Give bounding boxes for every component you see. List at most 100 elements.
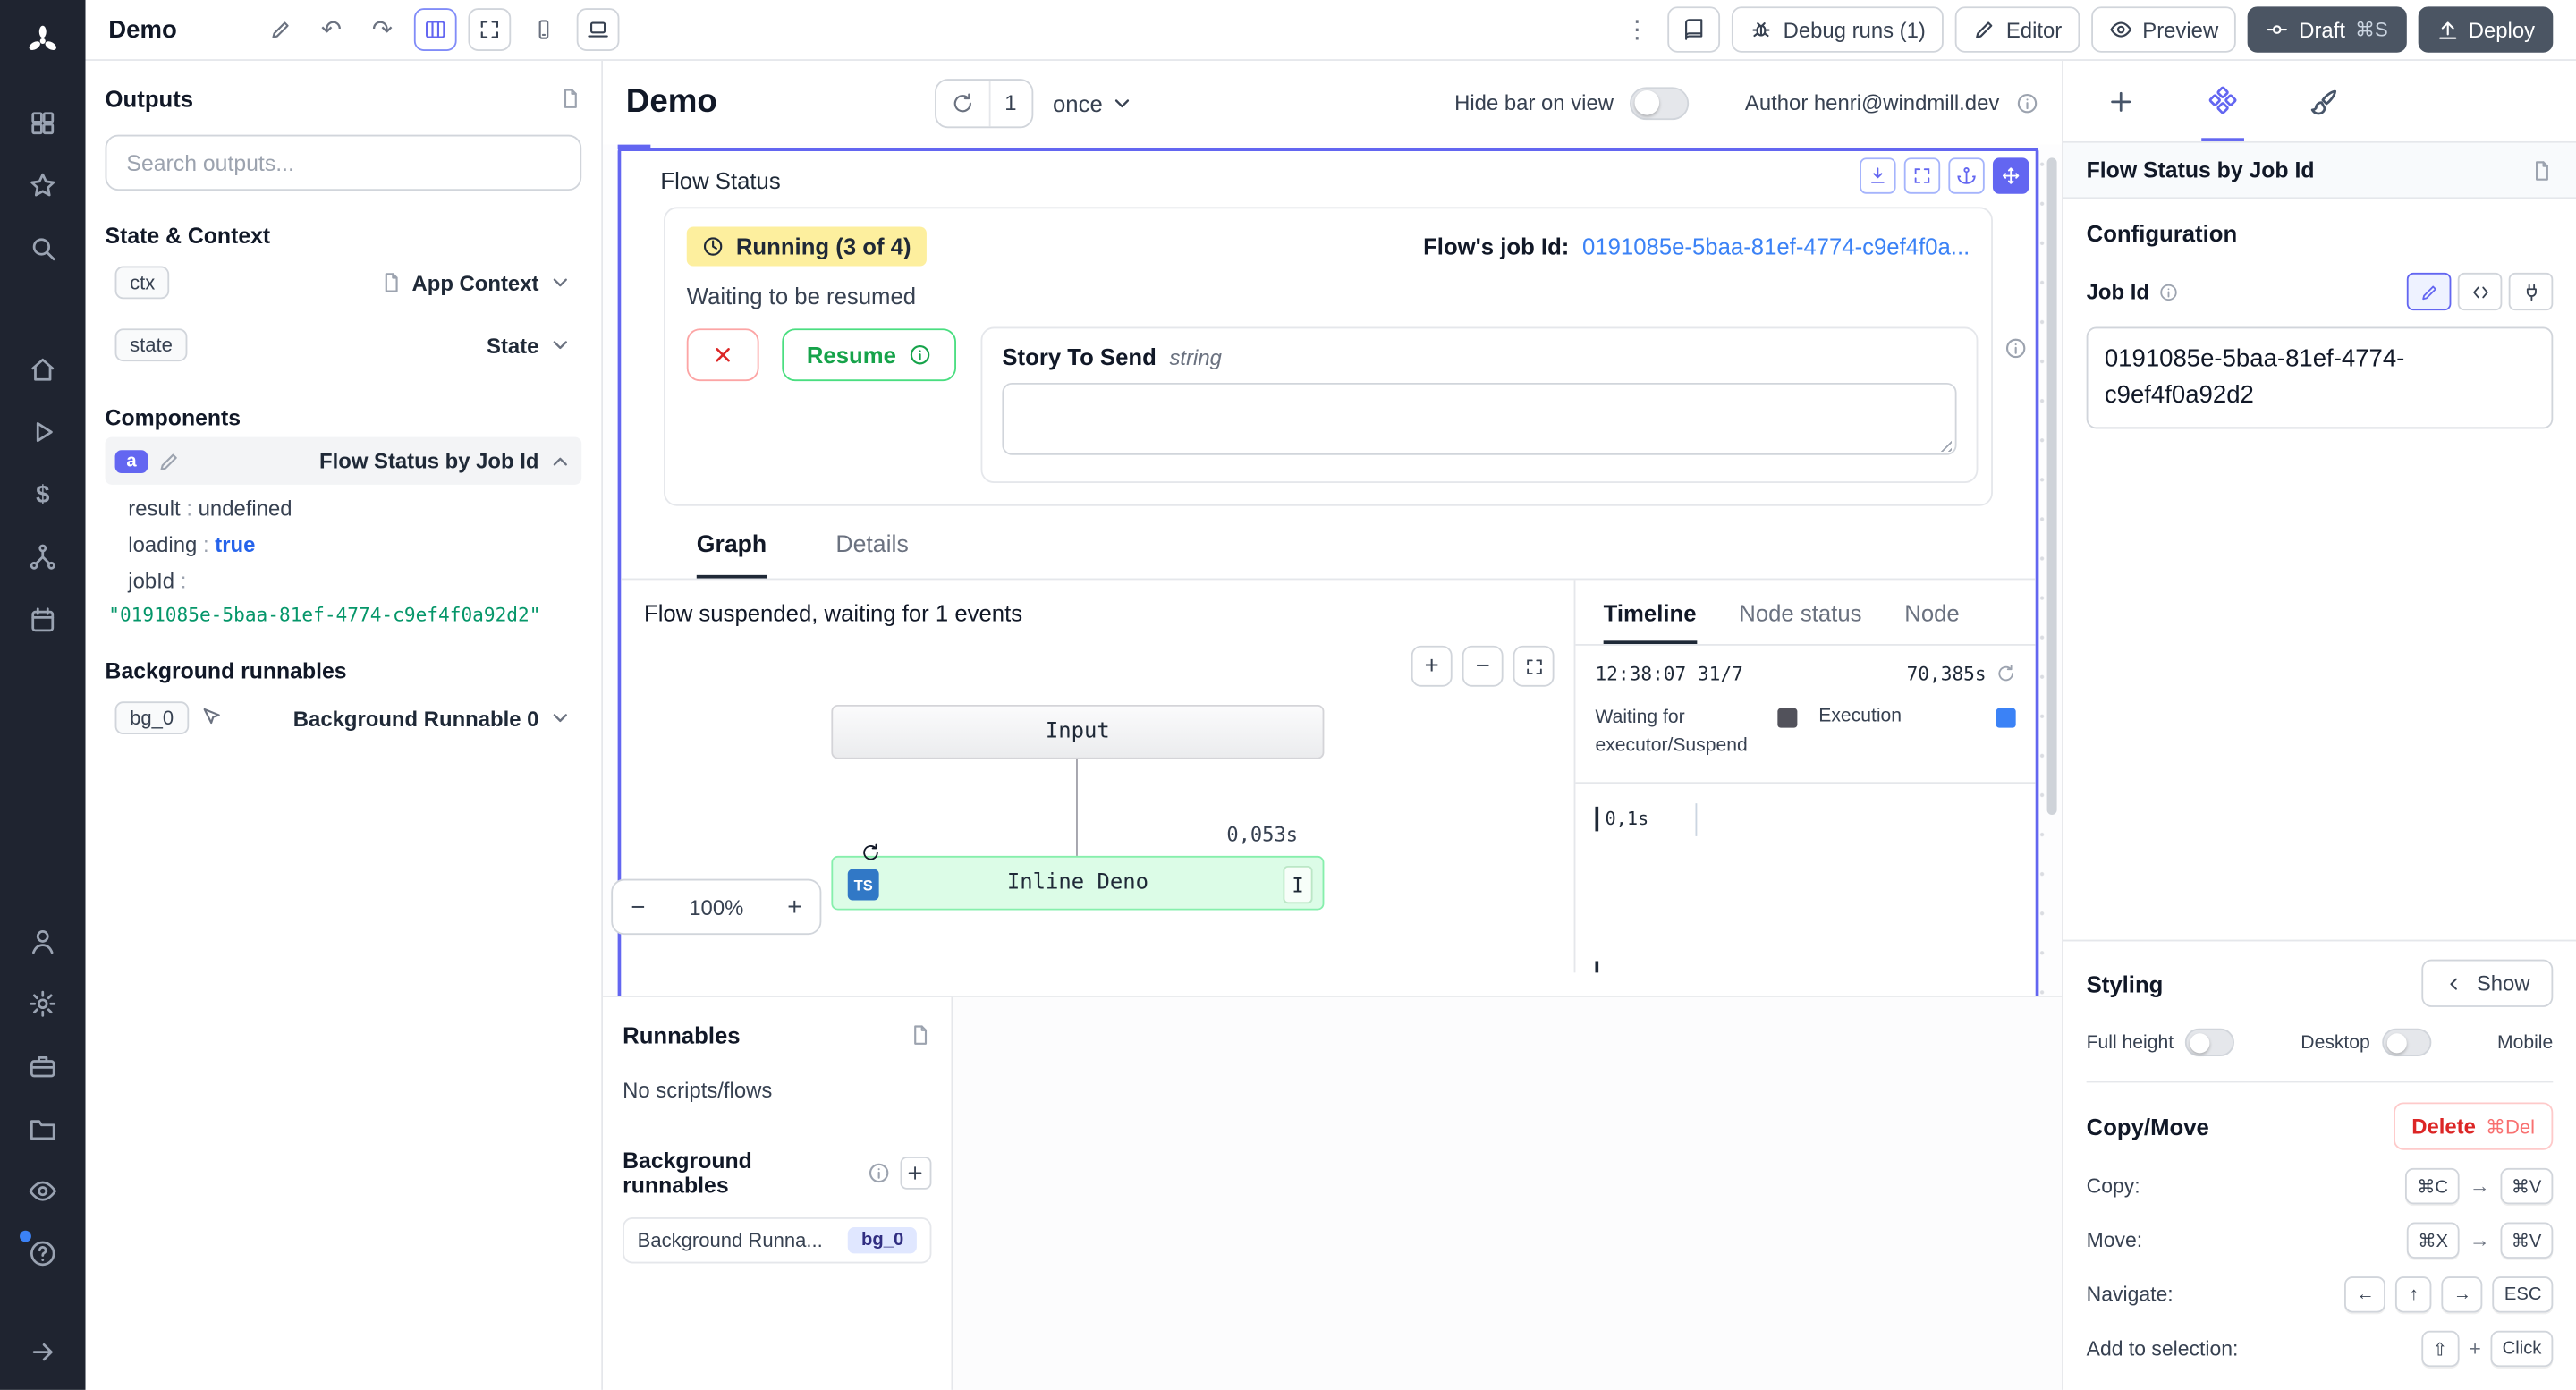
flow-graph-section: Flow suspended, waiting for 1 events + −…	[621, 579, 2035, 973]
fullwidth-layout-button[interactable]	[468, 8, 511, 51]
tab-graph[interactable]: Graph	[697, 532, 767, 578]
graph-viewport[interactable]: Flow suspended, waiting for 1 events + −…	[621, 580, 1573, 972]
bg-runnable-item[interactable]: Background Runna... bg_0	[623, 1217, 931, 1263]
rail-variables[interactable]: $	[12, 463, 74, 526]
runnable-editor-empty	[953, 997, 2062, 1390]
canvas[interactable]: a Flow Status Running (3 of 4) Flow's jo…	[603, 145, 2062, 996]
doc-icon[interactable]	[2530, 158, 2554, 182]
selected-component-frame[interactable]: a Flow Status Running (3 of 4) Flow's jo…	[618, 148, 2039, 996]
tab-styling[interactable]	[2303, 61, 2346, 141]
key-cmd-c: ⌘C	[2405, 1168, 2460, 1204]
canvas-scrollbar[interactable]	[2047, 157, 2057, 815]
chevron-down-icon	[548, 271, 572, 294]
search-icon	[28, 233, 57, 263]
docs-button[interactable]	[1668, 6, 1721, 52]
anchor-button[interactable]	[1948, 157, 1984, 193]
graph-zoom-in[interactable]: +	[787, 893, 801, 920]
rail-schedules[interactable]	[12, 589, 74, 651]
add-runnable-button[interactable]	[900, 1157, 932, 1190]
full-height-toggle[interactable]	[2185, 1029, 2234, 1056]
refresh-icon[interactable]	[936, 80, 988, 125]
cancel-button[interactable]	[687, 328, 759, 381]
expand-content-button[interactable]	[1860, 157, 1895, 193]
eval-input-button[interactable]	[2458, 273, 2503, 310]
tab-timeline[interactable]: Timeline	[1604, 599, 1697, 644]
rail-audit-logs[interactable]	[12, 1160, 74, 1223]
graph-node-input[interactable]: Input	[831, 705, 1324, 759]
info-icon[interactable]	[2016, 91, 2039, 114]
rail-search[interactable]	[12, 216, 74, 279]
story-textarea[interactable]	[1002, 383, 1956, 455]
component-row-a[interactable]: a Flow Status by Job Id	[106, 437, 582, 485]
show-styling-button[interactable]: Show	[2422, 960, 2553, 1007]
copy-shortcut-row: Copy: ⌘C→⌘V	[2087, 1168, 2554, 1204]
schedule-value: once	[1053, 89, 1103, 115]
edit-title-button[interactable]	[260, 10, 300, 49]
rail-folders[interactable]	[12, 1098, 74, 1160]
preview-button[interactable]: Preview	[2091, 6, 2236, 52]
info-icon[interactable]	[2004, 337, 2028, 360]
undo-button[interactable]: ↶	[311, 10, 351, 49]
resume-button[interactable]: Resume	[782, 328, 957, 381]
windmill-logo-icon[interactable]	[18, 16, 67, 65]
static-input-button[interactable]	[2407, 273, 2452, 310]
component-outputs: result : undefined loading : true jobId …	[128, 491, 581, 600]
schedule-dropdown[interactable]: once	[1053, 89, 1134, 115]
draft-label: Draft	[2299, 17, 2345, 42]
info-icon[interactable]	[2159, 282, 2179, 301]
editor-button[interactable]: Editor	[1955, 6, 2080, 52]
rail-home[interactable]	[12, 338, 74, 401]
rail-favorites[interactable]	[12, 155, 74, 217]
move-button[interactable]	[1993, 157, 2029, 193]
search-outputs-input[interactable]	[106, 135, 582, 191]
refresh-control[interactable]: 1	[934, 78, 1033, 127]
desktop-view-button[interactable]	[576, 8, 619, 51]
center-layout-button[interactable]	[413, 8, 456, 51]
tab-component-settings[interactable]	[2201, 61, 2244, 141]
doc-icon[interactable]	[558, 87, 581, 110]
fullscreen-button[interactable]	[1904, 157, 1940, 193]
bg-runnable-row[interactable]: bg_0 Background Runnable 0	[106, 691, 582, 746]
rail-workers[interactable]	[12, 1035, 74, 1098]
rail-help[interactable]	[12, 1223, 74, 1285]
debug-runs-button[interactable]: Debug runs (1)	[1733, 6, 1944, 52]
graph-node-inline-deno[interactable]: TS Inline Deno I	[831, 856, 1324, 911]
flow-tabs: Graph Details	[697, 532, 2036, 578]
ctx-row[interactable]: ctx App Context	[106, 255, 582, 310]
page-title: Demo	[626, 84, 717, 122]
state-row[interactable]: state State	[106, 317, 582, 372]
doc-icon	[379, 271, 402, 294]
tab-node[interactable]: Node	[1904, 599, 1959, 644]
tab-details[interactable]: Details	[835, 532, 908, 578]
rail-users[interactable]	[12, 911, 74, 973]
zoom-out-button[interactable]: −	[1462, 646, 1504, 687]
fit-view-button[interactable]	[1513, 646, 1555, 687]
tab-insert-component[interactable]	[2099, 61, 2142, 141]
rail-resources[interactable]	[12, 526, 74, 589]
info-icon[interactable]	[867, 1162, 890, 1185]
pencil-icon[interactable]	[158, 449, 182, 472]
rail-runs[interactable]	[12, 401, 74, 463]
book-icon	[1683, 18, 1707, 41]
rail-settings[interactable]	[12, 972, 74, 1035]
rail-apps[interactable]	[12, 92, 74, 155]
job-id-input[interactable]: 0191085e-5baa-81ef-4774-c9ef4f0a92d2	[2087, 327, 2554, 428]
copy-move-title: Copy/Move	[2087, 1113, 2209, 1139]
doc-icon[interactable]	[909, 1023, 932, 1047]
bg0-chip: bg_0	[115, 702, 189, 735]
connect-input-button[interactable]	[2509, 273, 2554, 310]
redo-button[interactable]: ↷	[362, 10, 402, 49]
zoom-in-button[interactable]: +	[1411, 646, 1453, 687]
rail-collapse[interactable]	[12, 1321, 74, 1384]
graph-zoom-out[interactable]: −	[631, 893, 645, 920]
deploy-button[interactable]: Deploy	[2418, 6, 2553, 52]
mobile-view-button[interactable]	[522, 8, 565, 51]
desktop-toggle[interactable]	[2382, 1029, 2431, 1056]
hide-bar-toggle[interactable]	[1630, 86, 1689, 119]
tab-node-status[interactable]: Node status	[1739, 599, 1861, 644]
flow-job-id-link[interactable]: 0191085e-5baa-81ef-4774-c9ef4f0a...	[1582, 233, 1970, 259]
delete-button[interactable]: Delete⌘Del	[2394, 1102, 2553, 1149]
more-menu-button[interactable]: ⋮	[1617, 10, 1657, 49]
timeline-total: 70,385s	[1907, 662, 1987, 685]
draft-button[interactable]: Draft⌘S	[2248, 6, 2406, 52]
